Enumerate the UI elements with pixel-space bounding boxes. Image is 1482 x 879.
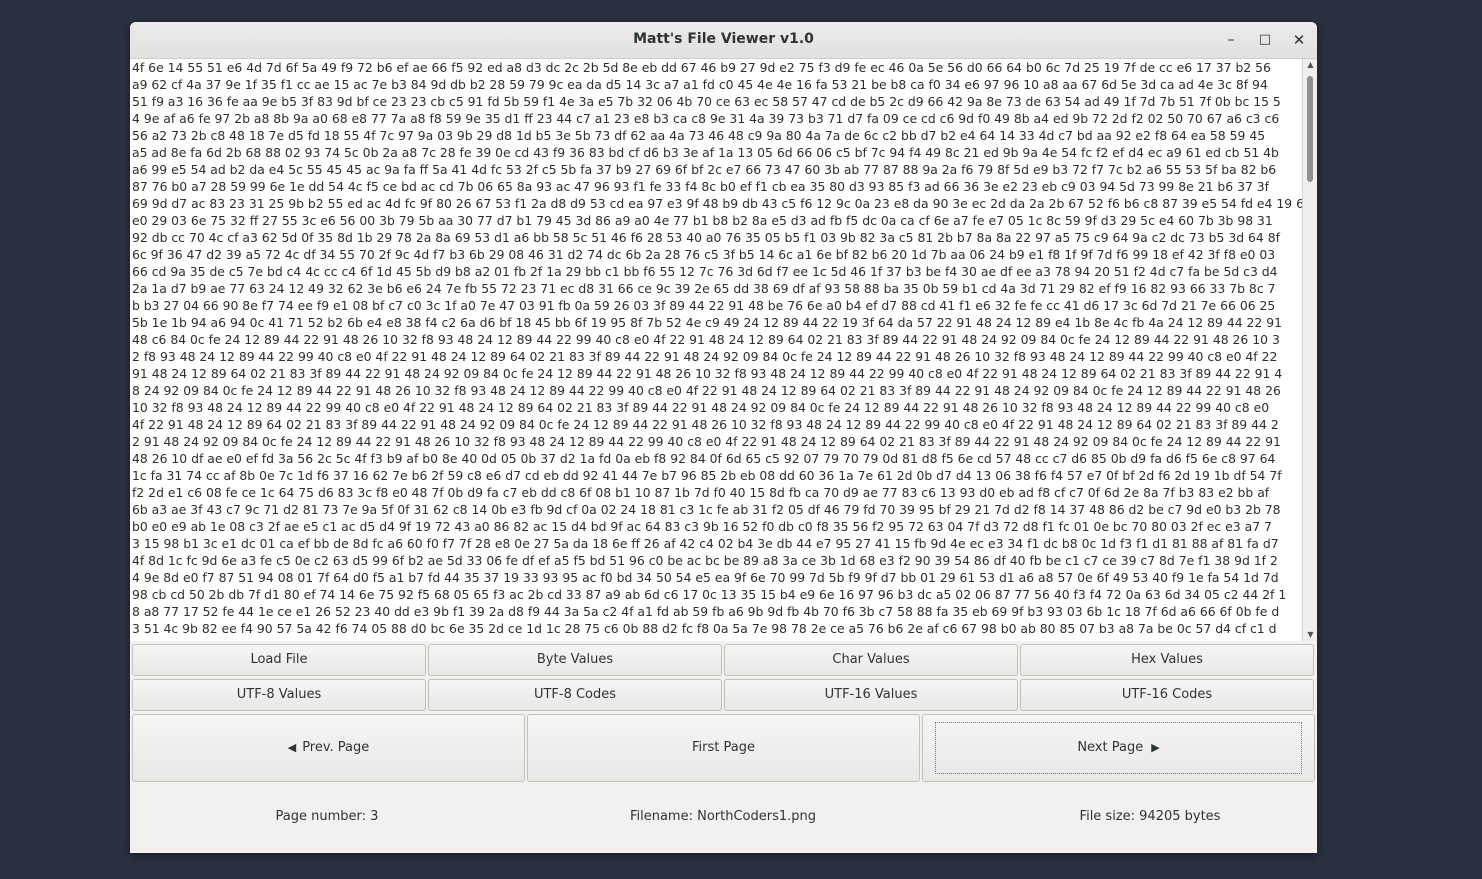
hex-line: 56 a2 73 2b c8 48 18 7e d5 fd 18 55 4f 7…: [132, 128, 1266, 143]
prev-arrow-icon: ◀: [287, 741, 297, 754]
filename-label: Filename: NorthCoders1.png: [629, 809, 817, 824]
hex-line: 51 f9 a3 16 36 fe aa 9e b5 3f 83 9d bf c…: [132, 94, 1281, 109]
byte-values-button[interactable]: Byte Values: [428, 644, 722, 676]
hex-line: 5b 1e 1b 94 a6 94 0c 41 71 52 b2 6b e4 e…: [132, 315, 1283, 330]
hex-line: a5 ad 8e fa 6d 2b 68 88 02 93 74 5c 0b 2…: [132, 145, 1279, 160]
file-size-label: File size: 94205 bytes: [1079, 809, 1221, 824]
hex-line: 2 f8 93 48 24 12 89 44 22 99 40 c8 e0 4f…: [132, 349, 1278, 364]
vertical-scrollbar[interactable]: ▲ ▼: [1302, 59, 1317, 641]
close-icon[interactable]: ✕: [1288, 29, 1310, 51]
window-title: Matt's File Viewer v1.0: [633, 31, 814, 47]
hex-line: 98 cb cd 50 2b db 7f d1 80 ef 74 14 6e 7…: [132, 587, 1287, 602]
file-viewer-window: Matt's File Viewer v1.0 – □ ✕ 4f 6e 14 5…: [130, 22, 1317, 853]
scroll-up-arrow-icon[interactable]: ▲: [1303, 59, 1317, 71]
hex-line: 4 9e af a6 fe 97 2b a8 8b 9a a0 68 e8 77…: [132, 111, 1280, 126]
hex-line: a9 62 cf 4a 37 9e 1f 35 f1 cc ae 15 ac 7…: [132, 77, 1268, 92]
hex-line: 6c 9f 36 47 d2 39 a5 72 4c df 34 55 70 2…: [132, 247, 1276, 262]
hex-line: 92 db cc 70 4c cf a3 62 5d 0f 35 8d 1b 2…: [132, 230, 1280, 245]
hex-line: 3 15 98 b1 3c e1 dc 01 ca ef bb de 8d fc…: [132, 536, 1279, 551]
hex-line: 2 91 48 24 92 09 84 0c fe 24 12 89 44 22…: [132, 434, 1281, 449]
hex-line: 8 a8 77 17 52 fe 44 1e ce e1 26 52 23 40…: [132, 604, 1280, 619]
utf8-values-button[interactable]: UTF-8 Values: [132, 679, 426, 711]
title-bar[interactable]: Matt's File Viewer v1.0 – □ ✕: [130, 22, 1317, 59]
utf16-values-button[interactable]: UTF-16 Values: [724, 679, 1018, 711]
prev-page-button[interactable]: ◀ Prev. Page: [132, 714, 525, 782]
hex-line: e0 29 03 6e 75 32 ff 27 55 3c e6 56 00 3…: [132, 213, 1273, 228]
page-number-label: Page number: 3: [275, 809, 379, 824]
hex-line: 48 c6 84 0c fe 24 12 89 44 22 91 48 26 1…: [132, 332, 1280, 347]
hex-line: 1c fa 31 74 cc af 8b 0e 7c 1d f6 37 16 6…: [132, 468, 1282, 483]
hex-line: 3 51 4c 9b 82 ee f4 90 57 5a 42 f6 74 05…: [132, 621, 1277, 636]
char-values-button[interactable]: Char Values: [724, 644, 1018, 676]
hex-values-button[interactable]: Hex Values: [1020, 644, 1314, 676]
next-page-label: Next Page: [1077, 740, 1144, 755]
hex-line: 66 cd 9a 35 de c5 7e bd c4 4c cc c4 6f 1…: [132, 264, 1278, 279]
hex-line: b b3 27 04 66 90 8e f7 74 ee f9 e1 08 bf…: [132, 298, 1276, 313]
hex-line: 87 76 b0 a7 28 59 99 6e 1e dd 54 4c f5 c…: [132, 179, 1270, 194]
maximize-icon[interactable]: □: [1254, 29, 1276, 51]
hex-line: 48 26 10 df ae e0 ef fd 3a 56 2c 5c 4f f…: [132, 451, 1276, 466]
minimize-icon[interactable]: –: [1220, 29, 1242, 51]
load-file-button[interactable]: Load File: [132, 644, 426, 676]
utf8-codes-button[interactable]: UTF-8 Codes: [428, 679, 722, 711]
hex-line: 4f 6e 14 55 51 e6 4d 7d 6f 5a 49 f9 72 b…: [132, 60, 1271, 75]
hex-line: 69 9d d7 ac 83 23 31 25 9b b2 55 ed ac 4…: [132, 196, 1302, 211]
hex-line: f2 2d e1 c6 08 fe ce 1c 64 75 d6 83 3c f…: [132, 485, 1270, 500]
next-page-button[interactable]: Next Page ▶: [922, 714, 1315, 782]
hex-line: a6 99 e5 54 ad b2 da e4 5c 55 45 45 ac 9…: [132, 162, 1277, 177]
hex-line: b0 e0 e9 ab 1e 08 c3 2f ae e5 c1 ac d5 d…: [132, 519, 1272, 534]
hex-text-area[interactable]: 4f 6e 14 55 51 e6 4d 7d 6f 5a 49 f9 72 b…: [130, 59, 1302, 641]
hex-line: 2a 1a d7 b9 ae 77 63 24 12 49 32 62 3e b…: [132, 281, 1276, 296]
scroll-thumb[interactable]: [1307, 76, 1313, 182]
hex-line: 8 24 92 09 84 0c fe 24 12 89 44 22 91 48…: [132, 383, 1281, 398]
scroll-down-arrow-icon[interactable]: ▼: [1303, 629, 1317, 641]
first-page-button[interactable]: First Page: [527, 714, 920, 782]
hex-line: 91 48 24 12 89 64 02 21 83 3f 89 44 22 9…: [132, 366, 1283, 381]
prev-page-label: Prev. Page: [302, 740, 370, 755]
hex-line: 4 9e 8d e0 f7 87 51 94 08 01 7f 64 d0 f5…: [132, 570, 1279, 585]
utf16-codes-button[interactable]: UTF-16 Codes: [1020, 679, 1314, 711]
hex-line: 10 32 f8 93 48 24 12 89 44 22 99 40 c8 e…: [132, 400, 1270, 415]
hex-line: 4f 8d 1c fc 9d 6e a3 fe c5 0e c2 63 d5 9…: [132, 553, 1278, 568]
next-arrow-icon: ▶: [1151, 741, 1160, 754]
hex-line: 6b a3 ae 3f 43 c7 9c 71 d2 81 73 7e 9a 5…: [132, 502, 1281, 517]
hex-line: 4f 22 91 48 24 12 89 64 02 21 83 3f 89 4…: [132, 417, 1279, 432]
